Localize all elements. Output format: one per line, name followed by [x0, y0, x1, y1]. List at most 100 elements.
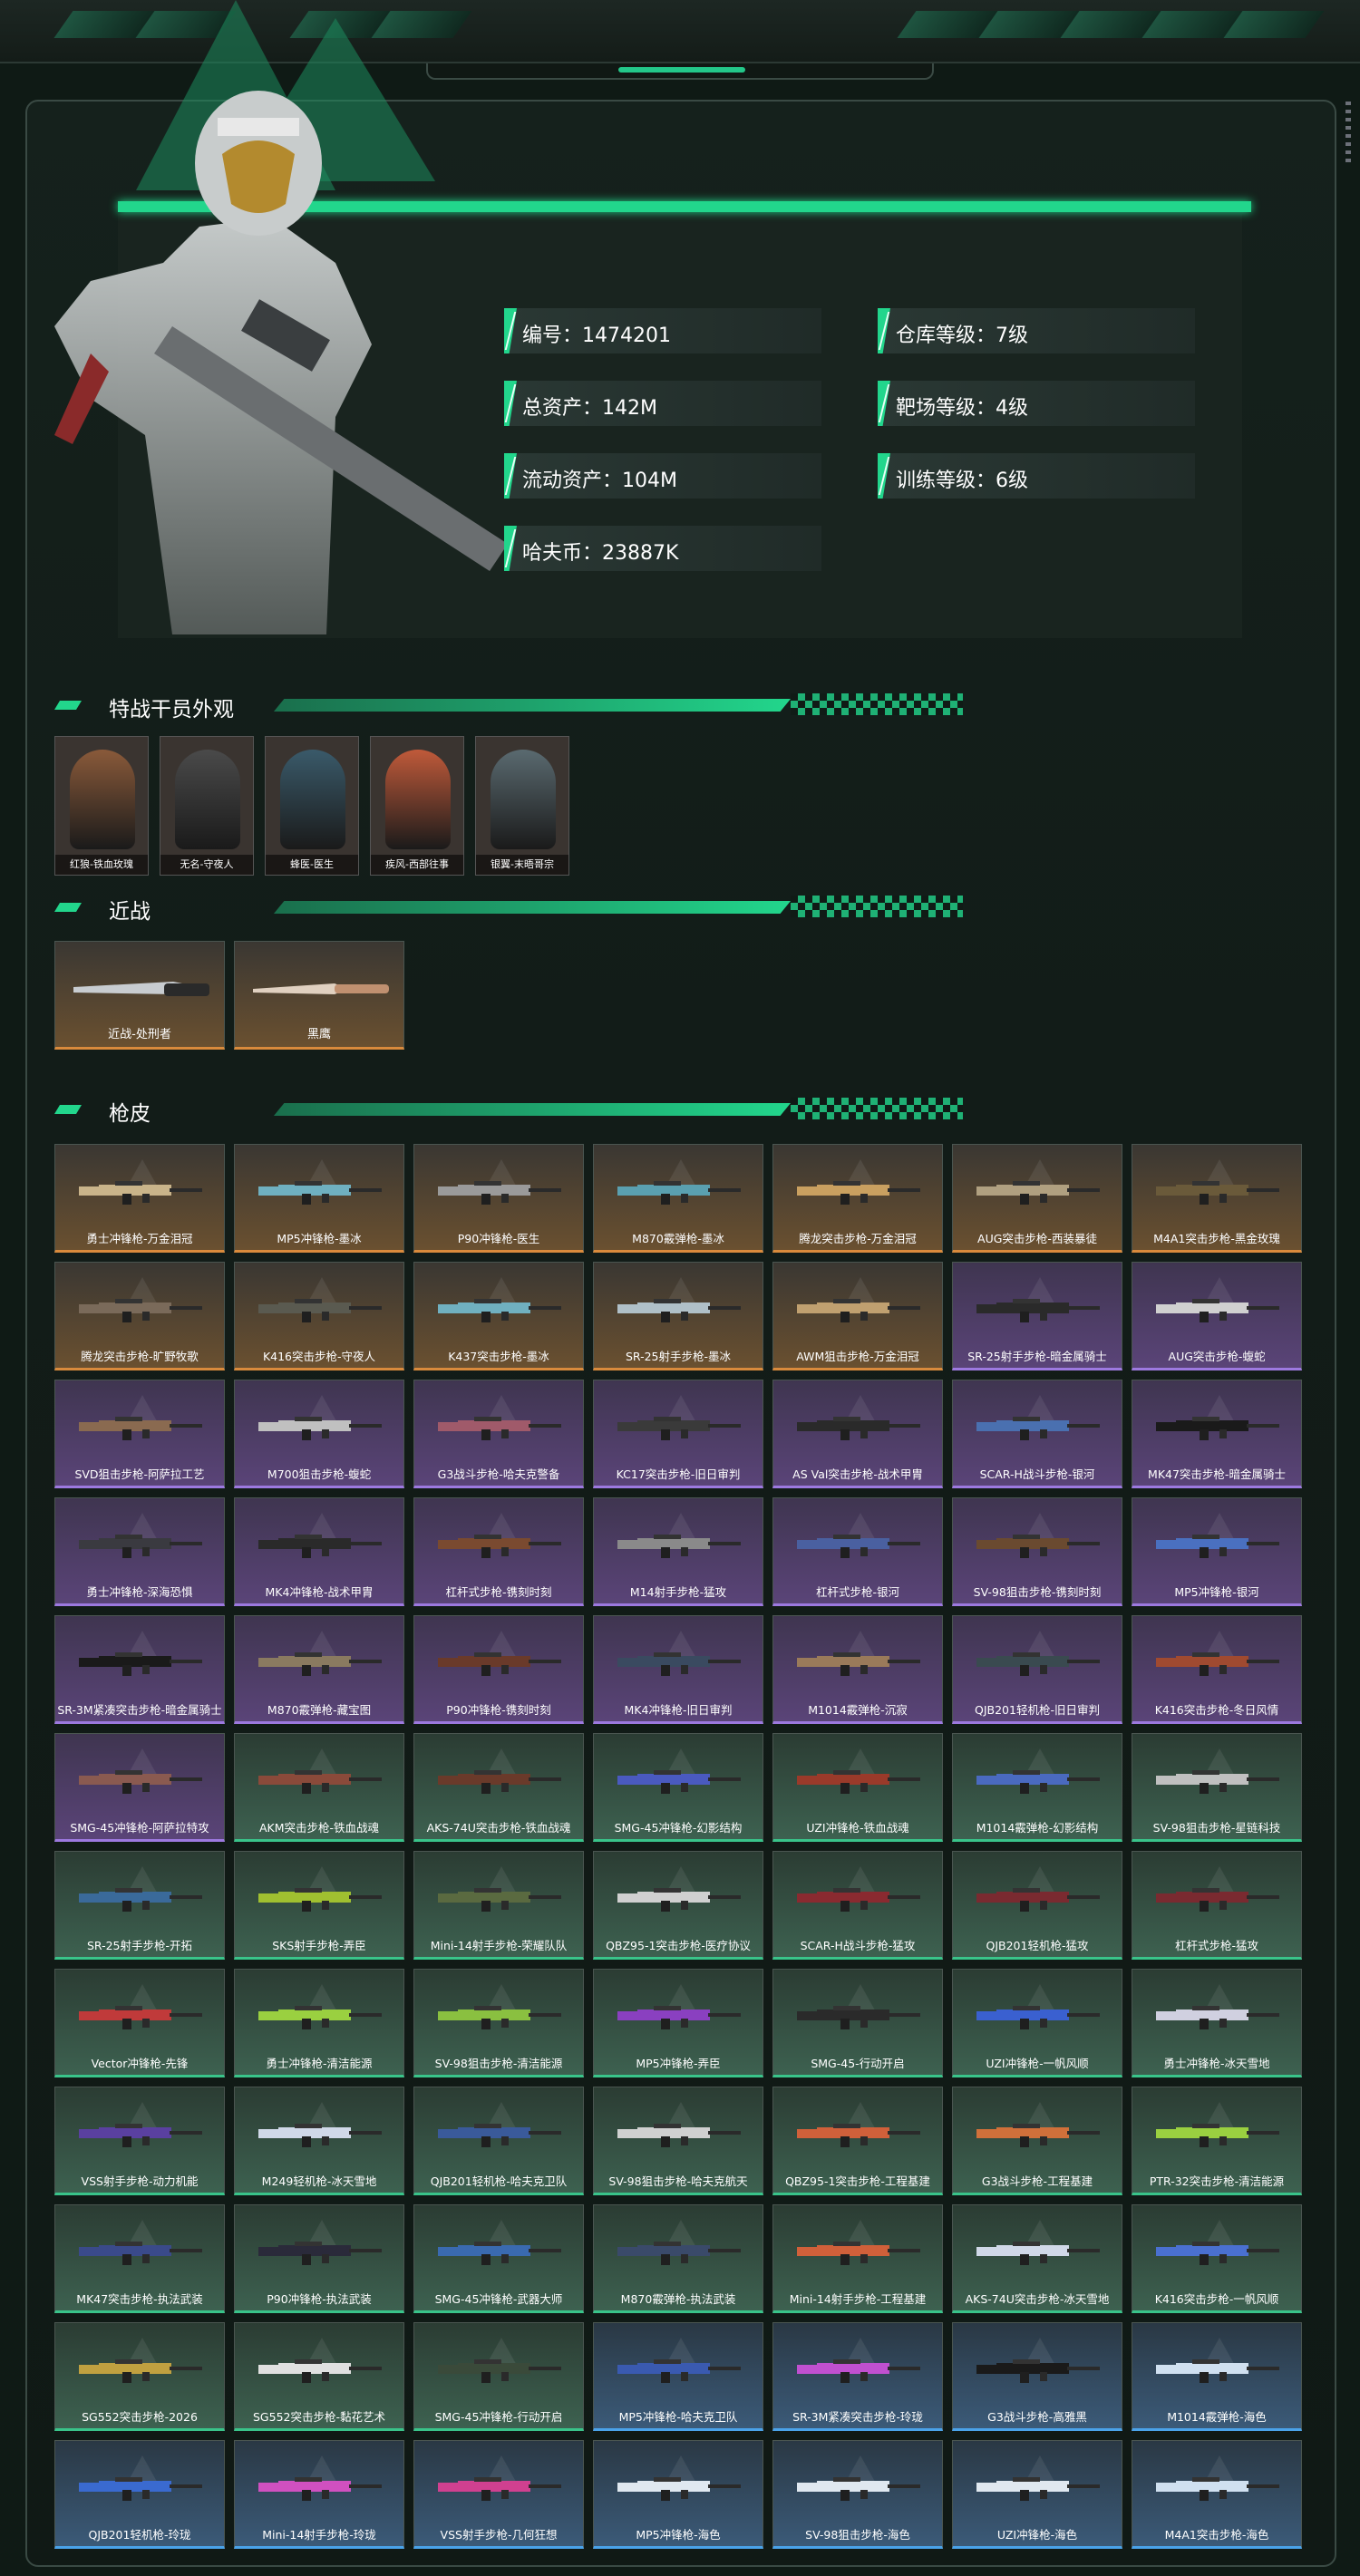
skin-card[interactable]: M249轻机枪-冰天雪地 — [234, 2087, 404, 2195]
skin-card[interactable]: UZI冲锋枪-铁血战魂 — [772, 1733, 943, 1842]
skin-card[interactable]: QJB201轻机枪-玲珑 — [54, 2440, 225, 2549]
skin-card[interactable]: K416突击步枪-守夜人 — [234, 1262, 404, 1370]
skin-label: AKS-74U突击步枪-冰天雪地 — [965, 2292, 1110, 2306]
skin-card[interactable]: SV-98狙击步枪-海色 — [772, 2440, 943, 2549]
melee-card[interactable]: 黑鹰 — [234, 941, 404, 1050]
skin-card[interactable]: 杠杆式步枪-银河 — [772, 1497, 943, 1606]
skin-card[interactable]: UZI冲锋枪-海色 — [952, 2440, 1122, 2549]
skin-card[interactable]: QJB201轻机枪-旧日审判 — [952, 1615, 1122, 1724]
skin-card[interactable]: SMG-45冲锋枪-幻影结构 — [593, 1733, 763, 1842]
scroll-handle[interactable] — [1345, 102, 1351, 165]
skin-card[interactable]: MK4冲锋枪-战术甲胄 — [234, 1497, 404, 1606]
gun-icon — [79, 1535, 202, 1558]
skin-card[interactable]: MP5冲锋枪-银河 — [1132, 1497, 1302, 1606]
skin-card[interactable]: MP5冲锋枪-哈夫克卫队 — [593, 2322, 763, 2431]
skin-card[interactable]: M1014霰弹枪-海色 — [1132, 2322, 1302, 2431]
skin-card[interactable]: SR-3M紧凑突击步枪-暗金属骑士 — [54, 1615, 225, 1724]
skin-card[interactable]: SMG-45冲锋枪-武器大师 — [413, 2204, 584, 2313]
skin-card[interactable]: M870霰弹枪-执法武装 — [593, 2204, 763, 2313]
skin-card[interactable]: SMG-45冲锋枪-阿萨拉特攻 — [54, 1733, 225, 1842]
skin-card[interactable]: AWM狙击步枪-万金泪冠 — [772, 1262, 943, 1370]
operator-card[interactable]: 疾风-西部往事 — [370, 736, 464, 876]
skin-card[interactable]: G3战斗步枪-哈夫克警备 — [413, 1380, 584, 1488]
skin-card[interactable]: QJB201轻机枪-哈夫克卫队 — [413, 2087, 584, 2195]
skin-card[interactable]: QBZ95-1突击步枪-医疗协议 — [593, 1851, 763, 1960]
gun-icon — [1156, 1652, 1279, 1676]
skin-card[interactable]: SKS射手步枪-弄臣 — [234, 1851, 404, 1960]
skin-card[interactable]: AKS-74U突击步枪-冰天雪地 — [952, 2204, 1122, 2313]
skin-card[interactable]: P90冲锋枪-医生 — [413, 1144, 584, 1253]
skin-card[interactable]: AS Val突击步枪-战术甲胄 — [772, 1380, 943, 1488]
skin-card[interactable]: M4A1突击步枪-海色 — [1132, 2440, 1302, 2549]
skin-card[interactable]: MP5冲锋枪-海色 — [593, 2440, 763, 2549]
skin-card[interactable]: SV-98狙击步枪-清洁能源 — [413, 1969, 584, 2077]
skin-card[interactable]: SG552突击步枪-2026 — [54, 2322, 225, 2431]
skin-card[interactable]: QJB201轻机枪-猛攻 — [952, 1851, 1122, 1960]
skin-card[interactable]: K416突击步枪-一帆风顺 — [1132, 2204, 1302, 2313]
skin-label: M4A1突击步枪-海色 — [1164, 2528, 1269, 2542]
skin-card[interactable]: SR-3M紧凑突击步枪-玲珑 — [772, 2322, 943, 2431]
skin-card[interactable]: K437突击步枪-墨冰 — [413, 1262, 584, 1370]
skin-card[interactable]: 勇士冲锋枪-万金泪冠 — [54, 1144, 225, 1253]
skin-card[interactable]: 勇士冲锋枪-清洁能源 — [234, 1969, 404, 2077]
melee-card[interactable]: 近战-处刑者 — [54, 941, 225, 1050]
skin-card[interactable]: SCAR-H战斗步枪-银河 — [952, 1380, 1122, 1488]
skin-card[interactable]: Vector冲锋枪-先锋 — [54, 1969, 225, 2077]
skin-card[interactable]: P90冲锋枪-执法武装 — [234, 2204, 404, 2313]
skin-card[interactable]: M1014霰弹枪-沉寂 — [772, 1615, 943, 1724]
skin-card[interactable]: 腾龙突击步枪-旷野牧歌 — [54, 1262, 225, 1370]
skin-card[interactable]: M1014霰弹枪-幻影结构 — [952, 1733, 1122, 1842]
skin-card[interactable]: SVD狙击步枪-阿萨拉工艺 — [54, 1380, 225, 1488]
skin-card[interactable]: AUG突击步枪-西装暴徒 — [952, 1144, 1122, 1253]
skin-card[interactable]: Mini-14射手步枪-荣耀队队 — [413, 1851, 584, 1960]
skin-card[interactable]: SV-98狙击步枪-哈夫克航天 — [593, 2087, 763, 2195]
skin-card[interactable]: 腾龙突击步枪-万金泪冠 — [772, 1144, 943, 1253]
section-header-skins: 枪皮 — [54, 1096, 963, 1126]
skin-card[interactable]: Mini-14射手步枪-玲珑 — [234, 2440, 404, 2549]
skin-card[interactable]: SCAR-H战斗步枪-猛攻 — [772, 1851, 943, 1960]
skin-card[interactable]: MK47突击步枪-暗金属骑士 — [1132, 1380, 1302, 1488]
skin-card[interactable]: SV-98狙击步枪-镌刻时刻 — [952, 1497, 1122, 1606]
skin-card[interactable]: QBZ95-1突击步枪-工程基建 — [772, 2087, 943, 2195]
skin-card[interactable]: AKS-74U突击步枪-铁血战魂 — [413, 1733, 584, 1842]
skin-card[interactable]: SR-25射手步枪-暗金属骑士 — [952, 1262, 1122, 1370]
skin-card[interactable]: UZI冲锋枪-一帆风顺 — [952, 1969, 1122, 2077]
skin-card[interactable]: AUG突击步枪-蝮蛇 — [1132, 1262, 1302, 1370]
gun-icon — [976, 1181, 1100, 1205]
skin-card[interactable]: SMG-45-行动开启 — [772, 1969, 943, 2077]
skin-card[interactable]: VSS射手步枪-动力机能 — [54, 2087, 225, 2195]
skin-card[interactable]: G3战斗步枪-工程基建 — [952, 2087, 1122, 2195]
operator-card[interactable]: 红狼-铁血玫瑰 — [54, 736, 149, 876]
skin-card[interactable]: SV-98狙击步枪-星链科技 — [1132, 1733, 1302, 1842]
skin-card[interactable]: 杠杆式步枪-镌刻时刻 — [413, 1497, 584, 1606]
gun-icon — [438, 2242, 561, 2265]
skin-card[interactable]: MP5冲锋枪-墨冰 — [234, 1144, 404, 1253]
operator-card[interactable]: 银翼-末晤哥宗 — [475, 736, 569, 876]
skin-card[interactable]: AKM突击步枪-铁血战魂 — [234, 1733, 404, 1842]
skin-card[interactable]: MK47突击步枪-执法武装 — [54, 2204, 225, 2313]
skin-card[interactable]: K416突击步枪-冬日风情 — [1132, 1615, 1302, 1724]
skin-card[interactable]: SR-25射手步枪-开拓 — [54, 1851, 225, 1960]
skin-card[interactable]: KC17突击步枪-旧日审判 — [593, 1380, 763, 1488]
skin-card[interactable]: MP5冲锋枪-弄臣 — [593, 1969, 763, 2077]
skin-card[interactable]: P90冲锋枪-镌刻时刻 — [413, 1615, 584, 1724]
skin-card[interactable]: SG552突击步枪-黏花艺术 — [234, 2322, 404, 2431]
gun-icon — [258, 1770, 382, 1794]
skin-card[interactable]: M870霰弹枪-藏宝图 — [234, 1615, 404, 1724]
skin-card[interactable]: M4A1突击步枪-黑金玫瑰 — [1132, 1144, 1302, 1253]
skin-card[interactable]: Mini-14射手步枪-工程基建 — [772, 2204, 943, 2313]
skin-card[interactable]: MK4冲锋枪-旧日审判 — [593, 1615, 763, 1724]
operator-card[interactable]: 无名-守夜人 — [160, 736, 254, 876]
skin-card[interactable]: SR-25射手步枪-墨冰 — [593, 1262, 763, 1370]
skin-card[interactable]: VSS射手步枪-几何狂想 — [413, 2440, 584, 2549]
skin-card[interactable]: PTR-32突击步枪-清洁能源 — [1132, 2087, 1302, 2195]
skin-card[interactable]: 勇士冲锋枪-冰天雪地 — [1132, 1969, 1302, 2077]
skin-card[interactable]: SMG-45冲锋枪-行动开启 — [413, 2322, 584, 2431]
skin-card[interactable]: M14射手步枪-猛攻 — [593, 1497, 763, 1606]
operator-card[interactable]: 蜂医-医生 — [265, 736, 359, 876]
skin-card[interactable]: 勇士冲锋枪-深海恐惧 — [54, 1497, 225, 1606]
skin-card[interactable]: 杠杆式步枪-猛攻 — [1132, 1851, 1302, 1960]
skin-card[interactable]: M870霰弹枪-墨冰 — [593, 1144, 763, 1253]
skin-card[interactable]: G3战斗步枪-高雅黑 — [952, 2322, 1122, 2431]
skin-card[interactable]: M700狙击步枪-蝮蛇 — [234, 1380, 404, 1488]
